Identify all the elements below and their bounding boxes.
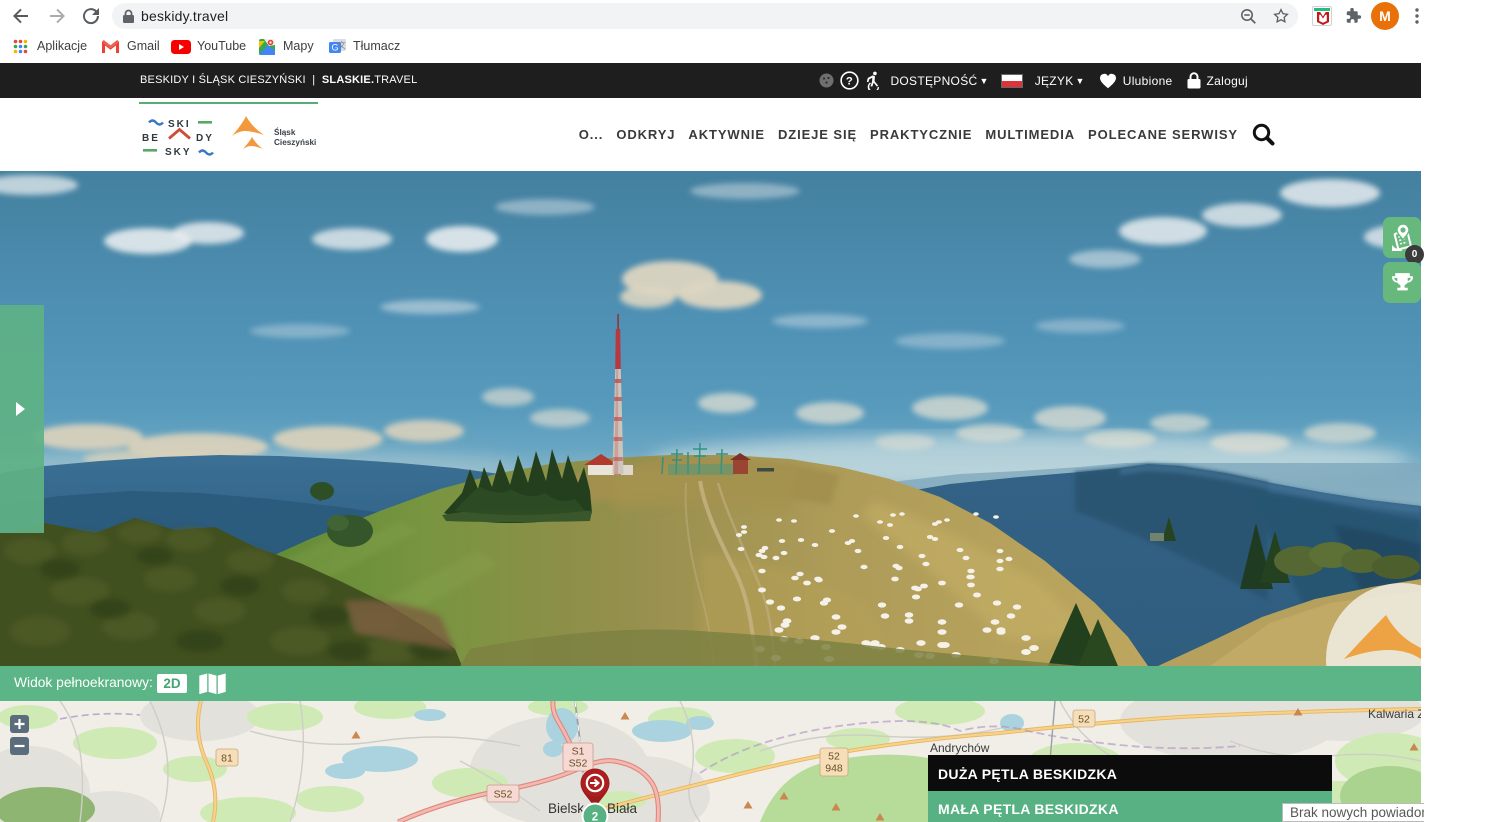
svg-text:52: 52 bbox=[828, 751, 840, 763]
svg-text:Andrychów: Andrychów bbox=[930, 741, 990, 755]
svg-text:S52: S52 bbox=[494, 789, 513, 801]
svg-text:SKY: SKY bbox=[165, 147, 192, 158]
svg-text:52: 52 bbox=[1078, 714, 1090, 726]
svg-text:81: 81 bbox=[221, 753, 233, 765]
svg-text:DY: DY bbox=[196, 133, 214, 144]
svg-text:Cieszyński: Cieszyński bbox=[274, 138, 316, 147]
svg-text:Kalwaria Ze: Kalwaria Ze bbox=[1368, 707, 1421, 721]
svg-text:Śląsk: Śląsk bbox=[274, 126, 296, 137]
svg-text:948: 948 bbox=[825, 763, 843, 775]
svg-text:?: ? bbox=[846, 75, 853, 87]
svg-text:BE: BE bbox=[142, 133, 160, 144]
svg-text:文: 文 bbox=[338, 40, 346, 50]
svg-text:S1: S1 bbox=[572, 746, 585, 758]
svg-text:S52: S52 bbox=[569, 758, 588, 770]
svg-text:2: 2 bbox=[592, 812, 598, 822]
svg-text:Biała: Biała bbox=[607, 801, 638, 816]
